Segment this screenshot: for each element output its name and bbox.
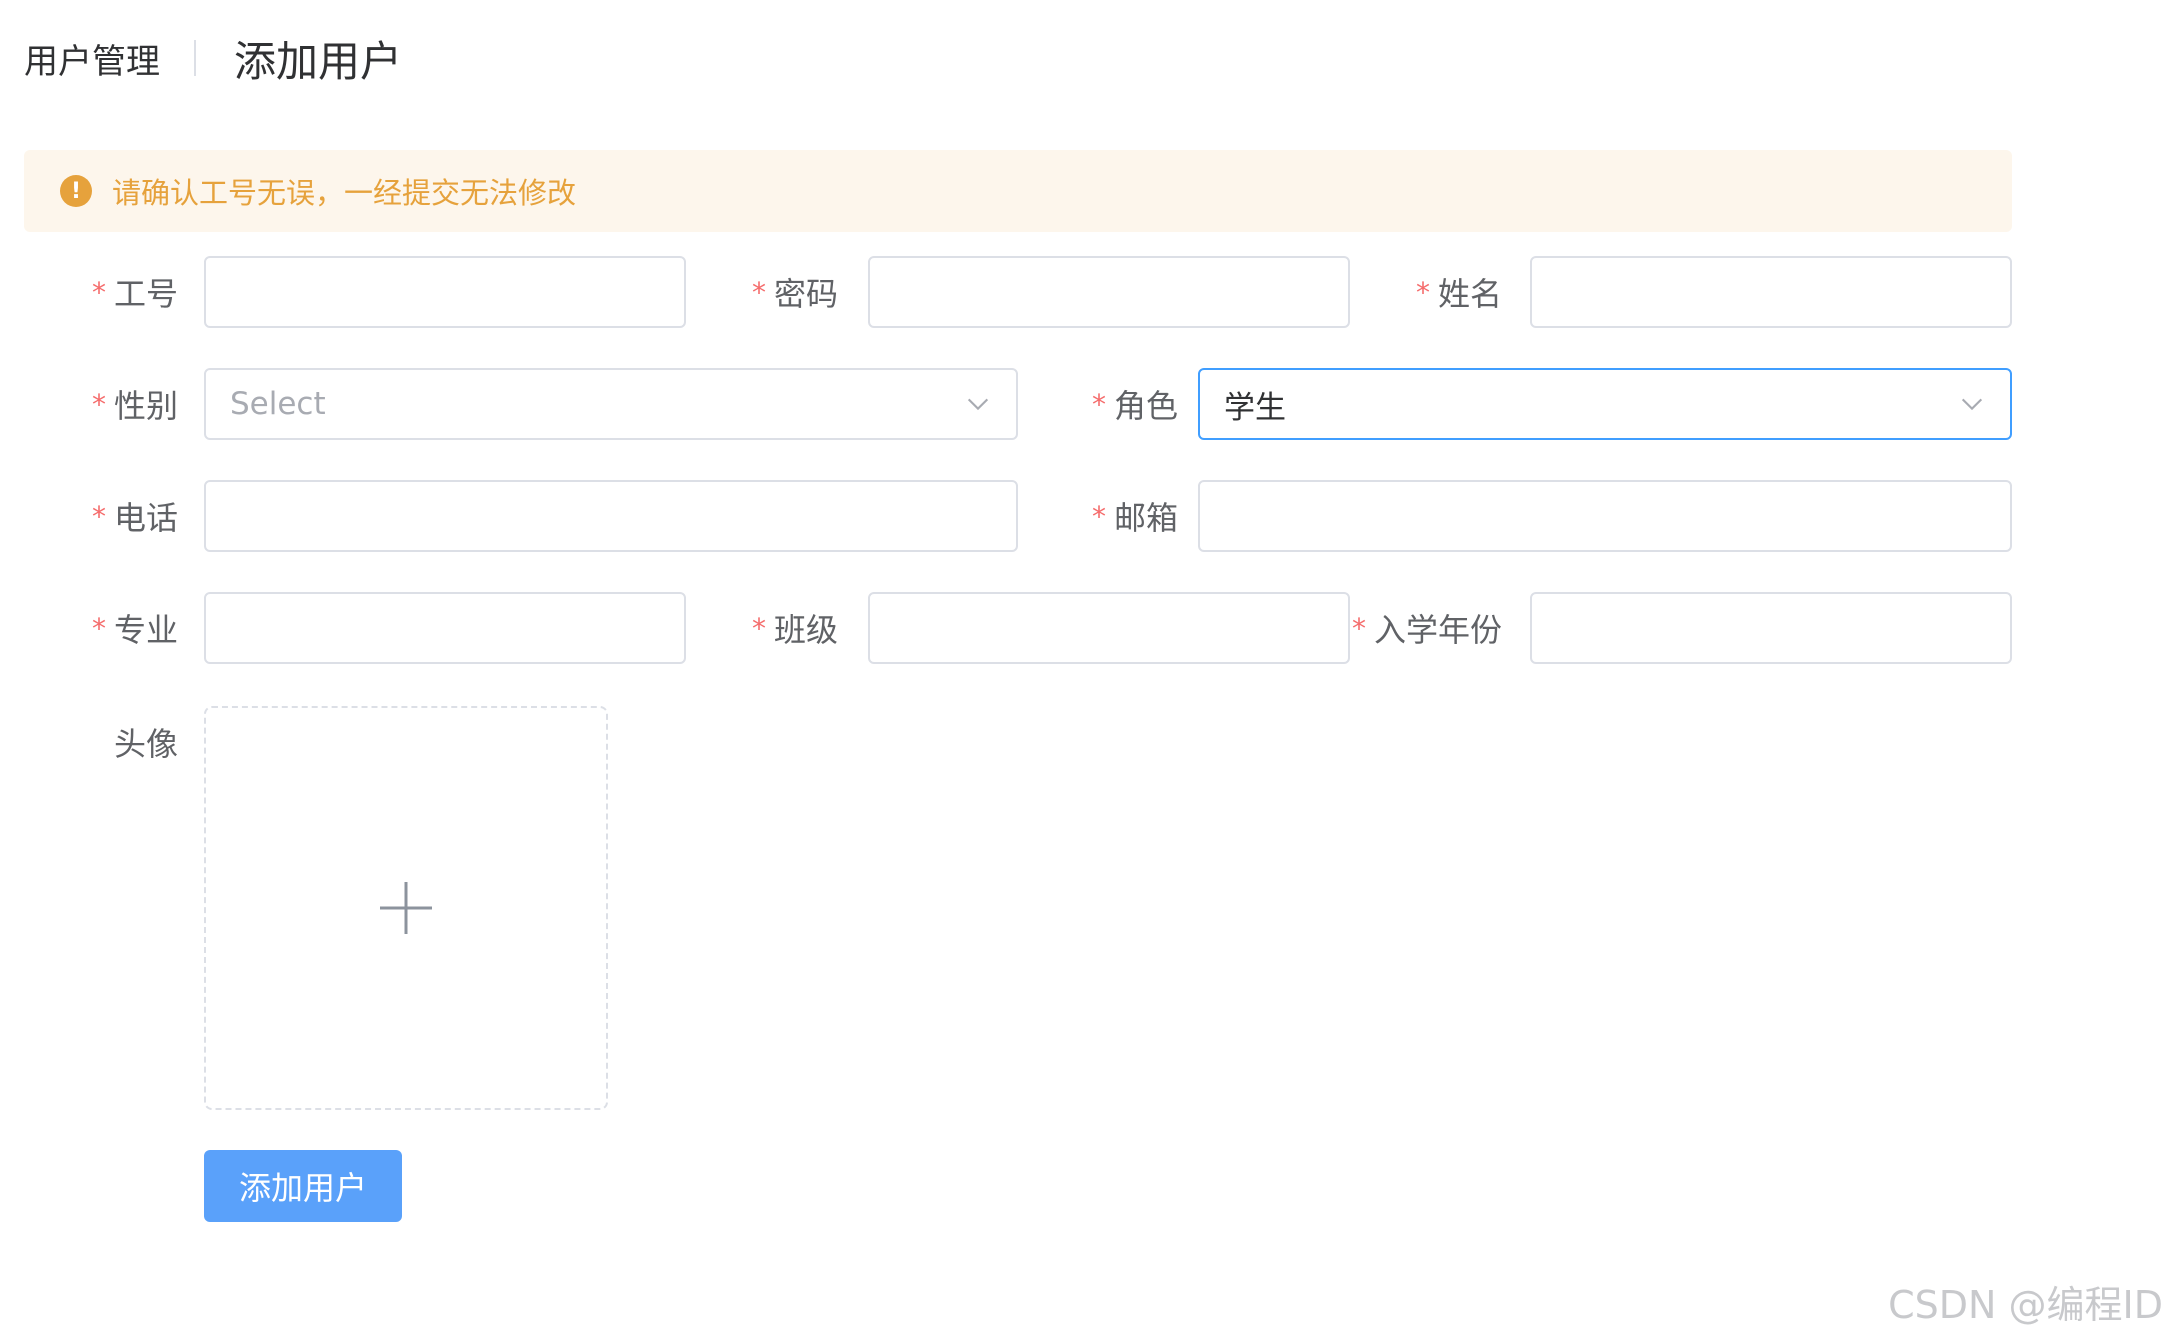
required-mark: * — [1091, 387, 1106, 421]
name-label: * 姓名 — [1380, 256, 1502, 328]
phone-input[interactable] — [204, 480, 1018, 552]
required-mark: * — [91, 387, 106, 421]
chevron-down-icon — [1961, 398, 1983, 411]
required-mark: * — [751, 275, 766, 309]
job-no-label-text: 工号 — [113, 275, 178, 313]
email-label-text: 邮箱 — [1113, 499, 1178, 537]
alert-text: 请确认工号无误，一经提交无法修改 — [112, 176, 577, 210]
required-mark: * — [91, 275, 106, 309]
enroll-year-label-text: 入学年份 — [1373, 611, 1502, 649]
role-label: * 角色 — [1060, 368, 1178, 440]
phone-label-text: 电话 — [113, 499, 178, 537]
warning-icon: ! — [60, 175, 92, 207]
password-input[interactable] — [868, 256, 1350, 328]
password-label-text: 密码 — [773, 275, 838, 313]
required-mark: * — [91, 499, 106, 533]
class-label: * 班级 — [720, 592, 838, 664]
required-mark: * — [751, 611, 766, 645]
class-input[interactable] — [868, 592, 1350, 664]
job-no-label: * 工号 — [60, 256, 178, 328]
breadcrumb-divider — [194, 40, 196, 76]
avatar-label: 头像 — [113, 725, 178, 763]
chevron-down-icon — [967, 398, 989, 411]
required-mark: * — [1351, 611, 1366, 645]
watermark: CSDN @编程ID — [1888, 1283, 2163, 1327]
gender-label: * 性别 — [60, 368, 178, 440]
enroll-year-label: * 入学年份 — [1352, 592, 1502, 664]
name-label-text: 姓名 — [1437, 275, 1502, 313]
enroll-year-input[interactable] — [1530, 592, 2012, 664]
job-no-input[interactable] — [204, 256, 686, 328]
gender-select-placeholder: Select — [230, 386, 326, 422]
required-mark: * — [1415, 275, 1430, 309]
major-label: * 专业 — [60, 592, 178, 664]
warning-alert: ! 请确认工号无误，一经提交无法修改 — [24, 150, 2012, 232]
role-label-text: 角色 — [1113, 387, 1178, 425]
required-mark: * — [1091, 499, 1106, 533]
email-input[interactable] — [1198, 480, 2012, 552]
name-input[interactable] — [1530, 256, 2012, 328]
add-user-button[interactable]: 添加用户 — [204, 1150, 402, 1222]
gender-label-text: 性别 — [113, 387, 178, 425]
page-title: 添加用户 — [234, 36, 403, 86]
required-mark: * — [91, 611, 106, 645]
role-select[interactable]: 学生 — [1198, 368, 2012, 440]
avatar-uploader[interactable] — [204, 706, 608, 1110]
phone-label: * 电话 — [60, 480, 178, 552]
password-label: * 密码 — [720, 256, 838, 328]
class-label-text: 班级 — [773, 611, 838, 649]
plus-icon — [380, 882, 432, 934]
email-label: * 邮箱 — [1060, 480, 1178, 552]
breadcrumb-parent[interactable]: 用户管理 — [24, 34, 160, 83]
major-label-text: 专业 — [113, 611, 178, 649]
major-input[interactable] — [204, 592, 686, 664]
gender-select[interactable]: Select — [204, 368, 1018, 440]
role-select-value: 学生 — [1224, 389, 1286, 426]
page-header: 用户管理 添加用户 — [24, 28, 402, 88]
